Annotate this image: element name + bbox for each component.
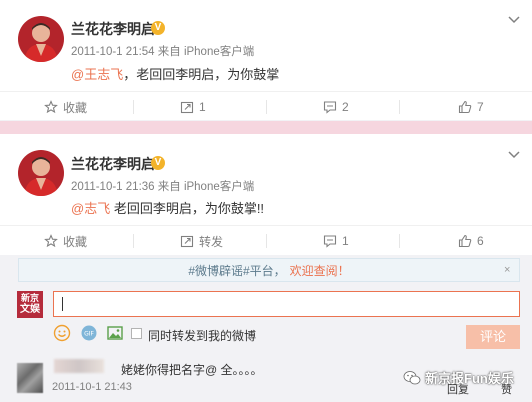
username-blurred	[54, 359, 104, 373]
username[interactable]: 兰花花李明启	[71, 154, 155, 174]
divider	[133, 234, 134, 248]
image-icon[interactable]	[106, 324, 124, 342]
text-caret	[62, 297, 63, 311]
gif-icon[interactable]: GIF	[80, 324, 98, 342]
post-actions: 收藏 转发 1 6	[0, 225, 532, 255]
post-text: @志飞 老回回李明启，为你鼓掌!!	[71, 198, 264, 217]
comment-icon	[323, 235, 337, 248]
repost-checkbox[interactable]	[131, 328, 142, 339]
watermark: 新京报Fun娱乐	[403, 368, 514, 387]
comment-button[interactable]: 1	[323, 226, 349, 256]
divider	[266, 234, 267, 248]
favorite-label: 收藏	[63, 100, 88, 115]
thumbs-up-icon	[458, 100, 472, 114]
repost-button[interactable]: 转发	[180, 226, 223, 256]
divider	[399, 234, 400, 248]
divider	[399, 100, 400, 114]
avatar[interactable]	[18, 16, 64, 62]
verified-badge-icon: V	[151, 156, 165, 170]
star-icon	[44, 234, 58, 248]
like-button[interactable]: 6	[458, 226, 484, 256]
divider	[266, 100, 267, 114]
wechat-icon	[403, 370, 421, 384]
post-body: 老回回李明启，为你鼓掌!!	[110, 201, 265, 216]
avatar[interactable]	[18, 150, 64, 196]
repost-checkbox-label[interactable]: 同时转发到我的微博	[148, 327, 256, 344]
favorite-button[interactable]: 收藏	[44, 226, 87, 256]
comment-text: 姥姥你得把名字@ 全。。。。	[121, 363, 263, 377]
avatar[interactable]	[17, 363, 43, 393]
favorite-label: 收藏	[63, 234, 88, 249]
repost-icon	[180, 235, 194, 248]
verified-badge-icon: V	[151, 21, 165, 35]
post-actions: 收藏 1 2 7	[0, 91, 532, 121]
avatar: 新京 文娱	[17, 291, 43, 318]
like-count: 7	[477, 100, 484, 114]
repost-icon	[180, 101, 194, 114]
notice-link[interactable]: 欢迎查阅！	[290, 262, 350, 279]
rumor-notice[interactable]: #微博辟谣#平台， 欢迎查阅！	[18, 258, 520, 282]
post-card: 兰花花李明启 V 2011-10-1 21:54 来自 iPhone客户端 @王…	[0, 0, 532, 120]
repost-count: 1	[199, 100, 206, 114]
like-button[interactable]: 7	[458, 92, 484, 122]
username[interactable]: 兰花花李明启	[71, 19, 155, 39]
divider	[133, 100, 134, 114]
repost-label: 转发	[199, 234, 224, 249]
submit-comment-button[interactable]: 评论	[466, 325, 520, 349]
notice-text: #微博辟谣#平台，	[188, 263, 286, 278]
comment-time: 2011-10-1 21:43	[52, 381, 132, 393]
mention-link[interactable]: @志飞	[71, 201, 110, 216]
avatar-text: 新京	[20, 293, 39, 303]
avatar-text: 文娱	[20, 304, 40, 315]
comment-count: 2	[342, 100, 349, 114]
favorite-button[interactable]: 收藏	[44, 92, 87, 122]
comment-button[interactable]: 2	[323, 92, 349, 122]
like-count: 6	[477, 234, 484, 248]
comment-icon	[323, 101, 337, 114]
emoji-icon[interactable]	[53, 324, 71, 342]
post-meta: 2011-10-1 21:36 来自 iPhone客户端	[71, 181, 255, 193]
post-meta: 2011-10-1 21:54 来自 iPhone客户端	[71, 46, 255, 58]
post-text: @王志飞，老回回李明启，为你鼓掌	[71, 64, 279, 83]
chevron-down-icon[interactable]	[507, 15, 521, 25]
watermark-text: 新京报Fun娱乐	[425, 371, 514, 386]
comment-count: 1	[342, 234, 349, 248]
comment-input[interactable]	[53, 291, 520, 317]
chevron-down-icon[interactable]	[507, 150, 521, 160]
close-icon[interactable]: ×	[504, 264, 510, 276]
post-divider	[0, 121, 532, 134]
repost-button[interactable]: 1	[180, 92, 206, 122]
star-icon	[44, 100, 58, 114]
weibo-feed: 兰花花李明启 V 2011-10-1 21:54 来自 iPhone客户端 @王…	[0, 0, 532, 402]
svg-text:GIF: GIF	[84, 331, 94, 338]
post-body: ，老回回李明启，为你鼓掌	[123, 67, 280, 82]
thumbs-up-icon	[458, 234, 472, 248]
mention-link[interactable]: @王志飞	[71, 67, 123, 82]
